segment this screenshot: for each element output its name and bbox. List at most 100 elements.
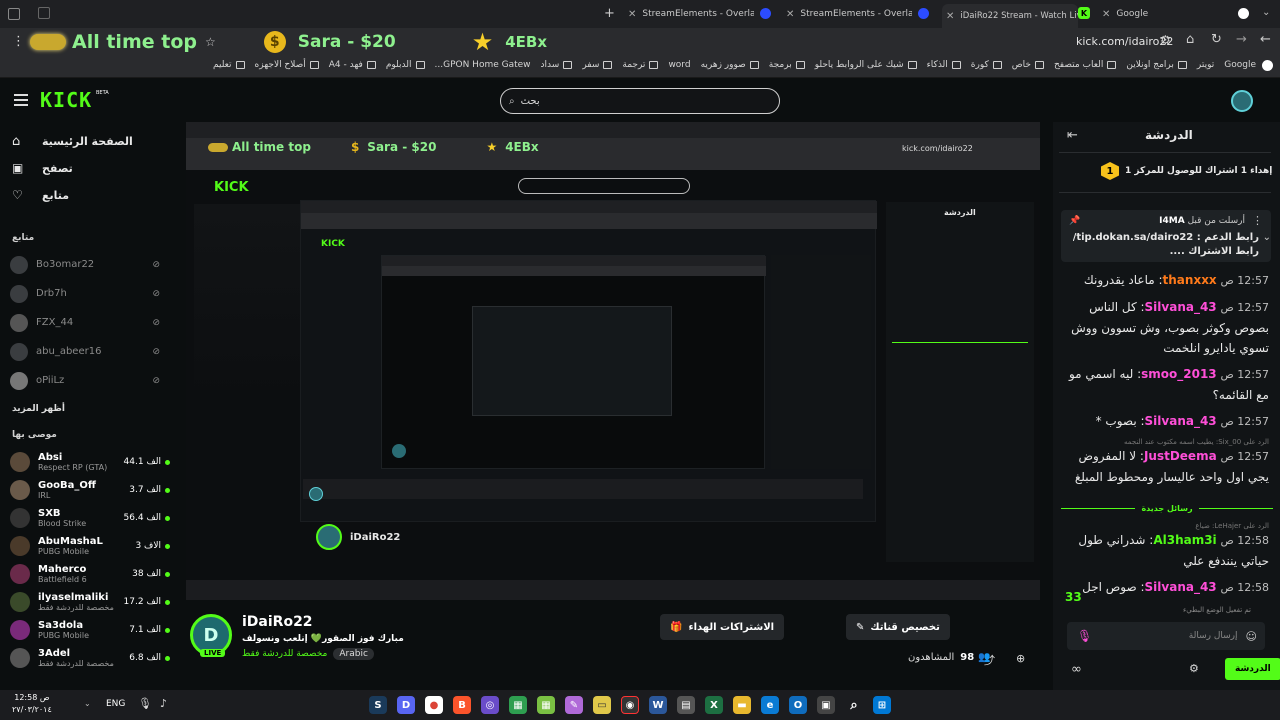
url-field[interactable]: kick.com/idairo22: [1076, 35, 1173, 48]
chrome-icon[interactable]: ●: [425, 696, 443, 714]
discord-icon[interactable]: D: [397, 696, 415, 714]
bookmark-item[interactable]: تويتر: [1197, 60, 1214, 70]
site-info-icon[interactable]: ⚙: [1160, 33, 1171, 47]
more-options-icon[interactable]: ⋮: [1252, 214, 1263, 227]
pinned-message[interactable]: 📌 أرسلت من قبل I4MA ⋮ رابط الدعم : https…: [1061, 210, 1271, 262]
volume-icon[interactable]: ♪: [160, 697, 167, 710]
language-tag[interactable]: Arabic: [333, 648, 374, 660]
share-icon[interactable]: ⤴: [984, 652, 995, 668]
bookmark-item[interactable]: GPON Home Gatew...: [435, 60, 531, 70]
chat-users-icon[interactable]: ∞: [1071, 662, 1082, 677]
window-icon[interactable]: [38, 7, 50, 19]
forward-icon[interactable]: →: [1236, 32, 1247, 47]
tab-search-icon[interactable]: [8, 8, 20, 20]
calculator-icon[interactable]: ▤: [677, 696, 695, 714]
recommended-item[interactable]: Sa3dola PUBG Mobile الف 7.1: [10, 616, 170, 644]
outlook-icon[interactable]: O: [789, 696, 807, 714]
bookmark-item[interactable]: برامج اونلاين: [1126, 60, 1187, 70]
channel-name[interactable]: iDaiRo22: [242, 614, 313, 630]
start-icon[interactable]: ⊞: [873, 696, 891, 714]
tab-idairo22-active[interactable]: ✕iDaiRo22 Stream - Watch Live o: [942, 4, 1078, 28]
chat-input[interactable]: إرسال رسالة: [1189, 631, 1238, 641]
bookmark-item[interactable]: فهد - A4: [329, 60, 376, 70]
bookmark-item[interactable]: الدبلوم: [386, 60, 425, 70]
bookmark-item[interactable]: سفر: [582, 60, 613, 70]
tab-google[interactable]: ✕ Google: [1102, 0, 1212, 28]
new-tab-button[interactable]: +: [604, 6, 615, 21]
steam-icon[interactable]: S: [369, 696, 387, 714]
bookmark-item[interactable]: سداد: [541, 60, 573, 70]
following-item[interactable]: Drb7h ⊘: [10, 279, 170, 308]
close-icon[interactable]: ✕: [786, 9, 794, 20]
microphone-icon[interactable]: 🎙: [1077, 629, 1092, 643]
folder-icon[interactable]: ▬: [733, 696, 751, 714]
following-item[interactable]: Bo3omar22 ⊘: [10, 250, 170, 279]
recommended-item[interactable]: 3Adel مخصصة للدردشة فقط الف 6.8: [10, 644, 170, 672]
gift-subs-button[interactable]: 🎁 الاشتراكات الهداء: [660, 614, 785, 640]
bookmark-item[interactable]: الذكاء: [927, 60, 961, 70]
following-item[interactable]: abu_abeer16 ⊘: [10, 337, 170, 366]
language-indicator[interactable]: ENG: [106, 699, 125, 709]
settings-icon[interactable]: ⚙: [1189, 662, 1199, 675]
bookmark-item[interactable]: word: [668, 60, 690, 70]
nav-browse[interactable]: ▣ تصفح: [12, 155, 73, 181]
word-icon[interactable]: W: [649, 696, 667, 714]
user-avatar[interactable]: [1231, 90, 1253, 112]
recommended-item[interactable]: Absi Respect RP (GTA) الف 44.1: [10, 448, 170, 476]
chat-message[interactable]: 12:57 ص Silvana_43: بصوب *: [1063, 411, 1269, 432]
app-icon[interactable]: ◎: [481, 696, 499, 714]
bookmark-item[interactable]: خاص: [1012, 60, 1044, 70]
brave-icon[interactable]: B: [453, 696, 471, 714]
show-more-link[interactable]: أظهر المزيد: [12, 404, 65, 414]
sub-goal[interactable]: 1 إهداء 1 اشتراك للوصول للمركز 1: [1101, 162, 1272, 180]
recommended-item[interactable]: SXB Blood Strike الف 56.4: [10, 504, 170, 532]
category-link[interactable]: مخصصة للدردشة فقط: [242, 649, 327, 659]
chat-message[interactable]: 12:58 ص Silvana_43: صوص اجل: [1063, 577, 1269, 598]
following-item[interactable]: oPiiLz ⊘: [10, 366, 170, 395]
bookmark-item[interactable]: العاب متصفح: [1054, 60, 1117, 70]
video-player[interactable]: All time top $ Sara - $20 ★ 4EBx kick.co…: [186, 122, 1040, 600]
chat-message[interactable]: 12:57 ص Silvana_43: كل الناس بصوص وكوثر …: [1063, 297, 1269, 358]
bookmark-item[interactable]: برمجة: [769, 60, 805, 70]
chat-message[interactable]: 12:57 ص smoo_2013: ليه اسمي مو مع القائم…: [1063, 364, 1269, 405]
app-icon[interactable]: ▦: [537, 696, 555, 714]
tab-streamelements-1[interactable]: ✕ StreamElements - Overlays: [628, 0, 754, 28]
home-icon[interactable]: ⌂: [1186, 32, 1194, 47]
bookmark-item[interactable]: كورة: [971, 60, 1002, 70]
close-icon[interactable]: ✕: [628, 9, 636, 20]
excel-icon[interactable]: X: [705, 696, 723, 714]
chat-input-box[interactable]: 🎙 إرسال رسالة ☺: [1067, 622, 1265, 650]
search-input[interactable]: بحث: [521, 96, 540, 107]
tab-menu-icon[interactable]: ⌄: [1262, 7, 1270, 18]
microphone-tray-icon[interactable]: 🎙: [138, 697, 152, 710]
bookmark-item[interactable]: أصلاح الاجهزه: [255, 60, 319, 70]
close-icon[interactable]: ✕: [946, 11, 954, 22]
customize-channel-button[interactable]: ✎ تخصيص قناتك: [846, 614, 950, 640]
recommended-item[interactable]: ilyaselmaliki مخصصة للدردشة فقط الف 17.2: [10, 588, 170, 616]
taskview-icon[interactable]: ▣: [817, 696, 835, 714]
menu-dots-icon[interactable]: ⋮: [12, 34, 25, 49]
bookmark-item[interactable]: Google: [1224, 60, 1256, 70]
close-icon[interactable]: ✕: [1102, 9, 1110, 20]
bookmark-item[interactable]: تعليم: [213, 60, 245, 70]
kick-logo[interactable]: KICK: [40, 88, 92, 112]
expand-icon[interactable]: ⌄: [1263, 232, 1271, 243]
search-icon[interactable]: ⌕: [845, 696, 863, 714]
app-icon[interactable]: ✎: [565, 696, 583, 714]
app-icon[interactable]: ▦: [509, 696, 527, 714]
obs-icon[interactable]: ◉: [621, 696, 639, 714]
hamburger-menu-icon[interactable]: [14, 94, 28, 96]
send-chat-button[interactable]: الدردشة: [1225, 658, 1280, 680]
bookmark-item[interactable]: صوور زهريه: [701, 60, 759, 70]
collapse-chat-icon[interactable]: ⇤: [1067, 128, 1078, 143]
recommended-item[interactable]: GooBa_Off IRL الف 3.7: [10, 476, 170, 504]
clock[interactable]: 12:58 ص ٢٧/٠٣/٢٠١٤: [12, 692, 52, 716]
nav-home[interactable]: ⌂ الصفحة الرئيسية: [12, 128, 133, 154]
chat-message[interactable]: 12:58 ص Al3ham3i: شدراني طول حياتي ينندف…: [1063, 530, 1269, 571]
recommended-item[interactable]: Maherco Battlefield 6 الف 38: [10, 560, 170, 588]
bookmark-item[interactable]: شيك على الروابط ياحلو: [815, 60, 917, 70]
emoji-icon[interactable]: ☺: [1246, 630, 1257, 643]
search-bar[interactable]: ⌕ بحث: [500, 88, 780, 114]
bookmark-item[interactable]: ترجمة: [622, 60, 659, 70]
chat-message[interactable]: 12:57 ص thanxxx: ماعاد يقدرونك: [1063, 270, 1269, 291]
